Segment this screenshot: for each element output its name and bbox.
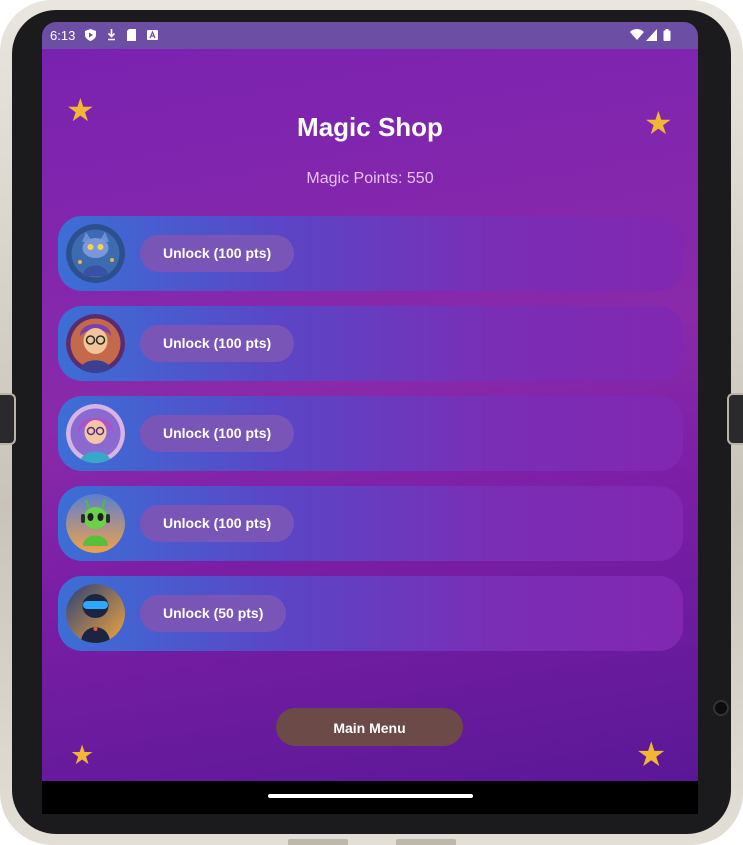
unlock-button[interactable]: Unlock (50 pts)	[140, 595, 287, 632]
status-bar: 6:13	[42, 22, 698, 49]
page-title: Magic Shop	[297, 112, 443, 142]
magic-points-label: Magic Points: 550	[306, 170, 434, 187]
cat-wizard-avatar	[66, 224, 125, 283]
unlock-button[interactable]: Unlock (100 pts)	[140, 415, 295, 452]
download-icon	[106, 29, 117, 41]
girl-glasses-avatar	[66, 404, 125, 463]
battery-icon	[663, 29, 671, 41]
shop-item-row: Unlock (100 pts)	[58, 486, 683, 561]
star-icon: ★	[70, 740, 95, 770]
sd-card-icon	[126, 29, 137, 41]
shop-item-row: Unlock (100 pts)	[58, 396, 683, 471]
unlock-button[interactable]: Unlock (100 pts)	[140, 235, 295, 272]
screen: 6:13 ★ ★ ★ ★ Magic Shop Magic Points: 55…	[42, 22, 698, 814]
shop-item-row: Unlock (50 pts)	[58, 576, 683, 651]
device-frame: 6:13 ★ ★ ★ ★ Magic Shop Magic Points: 55…	[0, 0, 743, 845]
status-time: 6:13	[50, 28, 76, 43]
frame-tab	[288, 839, 348, 845]
hinge-left	[0, 393, 16, 445]
camera-icon	[713, 700, 729, 716]
home-gesture-handle[interactable]	[268, 794, 473, 798]
shield-icon	[85, 29, 96, 41]
font-a-icon	[147, 29, 158, 41]
star-icon: ★	[636, 736, 667, 774]
shop-item-row: Unlock (100 pts)	[58, 306, 683, 381]
magic-shop-screen: ★ ★ ★ ★ Magic Shop Magic Points: 550 Unl…	[42, 49, 698, 781]
boy-glasses-avatar	[66, 314, 125, 373]
unlock-button[interactable]: Unlock (100 pts)	[140, 325, 295, 362]
wifi-icon	[630, 29, 644, 41]
alien-headset-avatar	[66, 494, 125, 553]
frame-tab	[396, 839, 456, 845]
unlock-button[interactable]: Unlock (100 pts)	[140, 505, 295, 542]
signal-icon	[646, 29, 657, 41]
hinge-right	[727, 393, 743, 445]
main-menu-button[interactable]: Main Menu	[276, 708, 463, 746]
shop-item-row: Unlock (100 pts)	[58, 216, 683, 291]
navigation-bar	[42, 781, 698, 814]
robot-visor-avatar	[66, 584, 125, 643]
